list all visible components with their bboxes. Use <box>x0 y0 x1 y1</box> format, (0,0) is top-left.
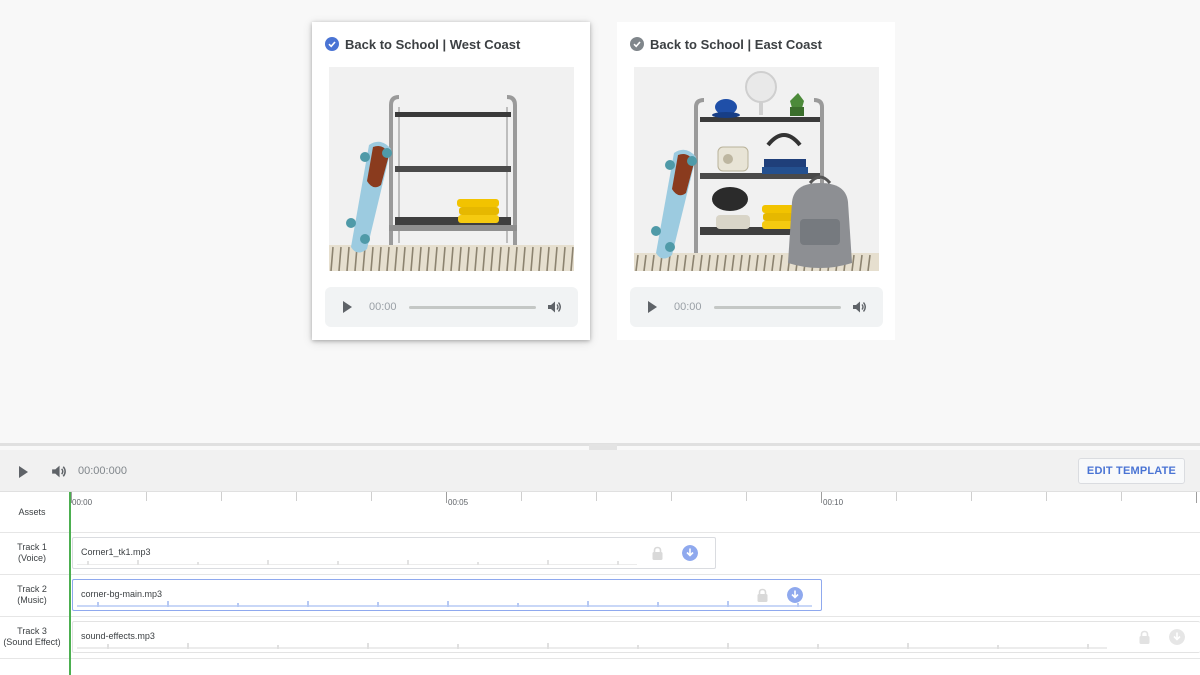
timeline-row-assets: Assets 00:00 00:05 00:10 <box>0 492 1200 533</box>
row-label: Assets <box>0 507 64 518</box>
ruler-tick <box>446 492 447 503</box>
row-label-line1: Track 1 <box>17 542 47 552</box>
ruler-tick <box>71 492 72 503</box>
progress-bar[interactable] <box>408 305 536 309</box>
clip-filename: Corner1_tk1.mp3 <box>81 547 151 557</box>
audio-clip[interactable]: sound-effects.mp3 <box>72 621 1200 653</box>
ruler-tick <box>521 492 522 501</box>
ruler-tick <box>596 492 597 501</box>
check-circle-icon[interactable] <box>630 37 644 51</box>
audio-clip-selected[interactable]: corner-bg-main.mp3 <box>72 579 822 611</box>
row-label-line1: Track 3 <box>17 626 47 636</box>
download-icon[interactable] <box>1169 629 1185 645</box>
timeline-row-track3: Track 3 (Sound Effect) sound-effects.mp3 <box>0 617 1200 659</box>
preview-card-east[interactable]: Back to School | East Coast 00:00 <box>617 22 895 340</box>
player-time: 00:00 <box>674 301 702 313</box>
player-time: 00:00 <box>369 301 397 313</box>
card-header: Back to School | West Coast <box>325 36 520 52</box>
audio-player[interactable]: 00:00 <box>325 287 578 327</box>
edit-template-button[interactable]: EDIT TEMPLATE <box>1078 458 1185 484</box>
playhead[interactable] <box>69 492 71 675</box>
row-label-line2: (Sound Effect) <box>3 637 61 647</box>
ruler-label: 00:10 <box>823 498 844 507</box>
ruler-tick <box>1121 492 1122 501</box>
clip-filename: sound-effects.mp3 <box>81 631 155 641</box>
card-title: Back to School | East Coast <box>650 36 822 52</box>
row-label-line1: Assets <box>18 507 46 517</box>
product-image <box>329 67 574 271</box>
lock-icon[interactable] <box>651 546 664 561</box>
preview-card-west[interactable]: Back to School | West Coast 00:00 <box>312 22 590 340</box>
card-title: Back to School | West Coast <box>345 36 521 52</box>
row-label: Track 3 (Sound Effect) <box>0 626 64 648</box>
audio-player[interactable]: 00:00 <box>630 287 883 327</box>
ruler-tick <box>746 492 747 501</box>
play-icon[interactable] <box>648 301 657 313</box>
audio-clip[interactable]: Corner1_tk1.mp3 <box>72 537 716 569</box>
download-icon[interactable] <box>787 587 803 603</box>
ruler-tick <box>896 492 897 501</box>
ruler-label: 00:05 <box>448 498 469 507</box>
volume-icon[interactable] <box>851 299 867 315</box>
play-icon[interactable] <box>343 301 352 313</box>
check-circle-icon[interactable] <box>325 37 339 51</box>
timeline-ruler[interactable]: 00:00 00:05 00:10 <box>71 492 1200 532</box>
lock-icon[interactable] <box>1138 630 1151 645</box>
ruler-tick <box>221 492 222 501</box>
volume-icon[interactable] <box>546 299 562 315</box>
play-icon[interactable] <box>19 466 28 478</box>
timeline-body: Assets 00:00 00:05 00:10 Track 1 (Voice)… <box>0 492 1200 675</box>
product-image <box>634 67 879 271</box>
row-label: Track 2 (Music) <box>0 584 64 606</box>
ruler-tick <box>296 492 297 501</box>
ruler-tick <box>146 492 147 501</box>
row-label-line2: (Music) <box>17 595 47 605</box>
ruler-label: 00:00 <box>72 498 93 507</box>
timeline-row-track2: Track 2 (Music) corner-bg-main.mp3 <box>0 575 1200 617</box>
timeline-row-track1: Track 1 (Voice) Corner1_tk1.mp3 <box>0 533 1200 575</box>
row-label-line1: Track 2 <box>17 584 47 594</box>
timeline-toolbar: 00:00:000 EDIT TEMPLATE <box>0 450 1200 492</box>
clip-filename: corner-bg-main.mp3 <box>81 589 163 599</box>
ruler-tick <box>371 492 372 501</box>
ruler-tick <box>1046 492 1047 501</box>
ruler-tick <box>971 492 972 501</box>
progress-bar[interactable] <box>713 305 841 309</box>
ruler-tick <box>821 492 822 503</box>
row-label-line2: (Voice) <box>17 553 46 563</box>
timeline-current-time: 00:00:000 <box>78 465 127 477</box>
lock-icon[interactable] <box>756 588 769 603</box>
ruler-tick <box>671 492 672 501</box>
waveform <box>77 643 1107 649</box>
download-icon[interactable] <box>682 545 698 561</box>
waveform <box>77 560 637 565</box>
volume-icon[interactable] <box>50 463 67 480</box>
waveform <box>77 601 812 607</box>
card-header: Back to School | East Coast <box>630 36 822 52</box>
row-label: Track 1 (Voice) <box>0 542 64 564</box>
ruler-tick <box>1196 492 1197 503</box>
